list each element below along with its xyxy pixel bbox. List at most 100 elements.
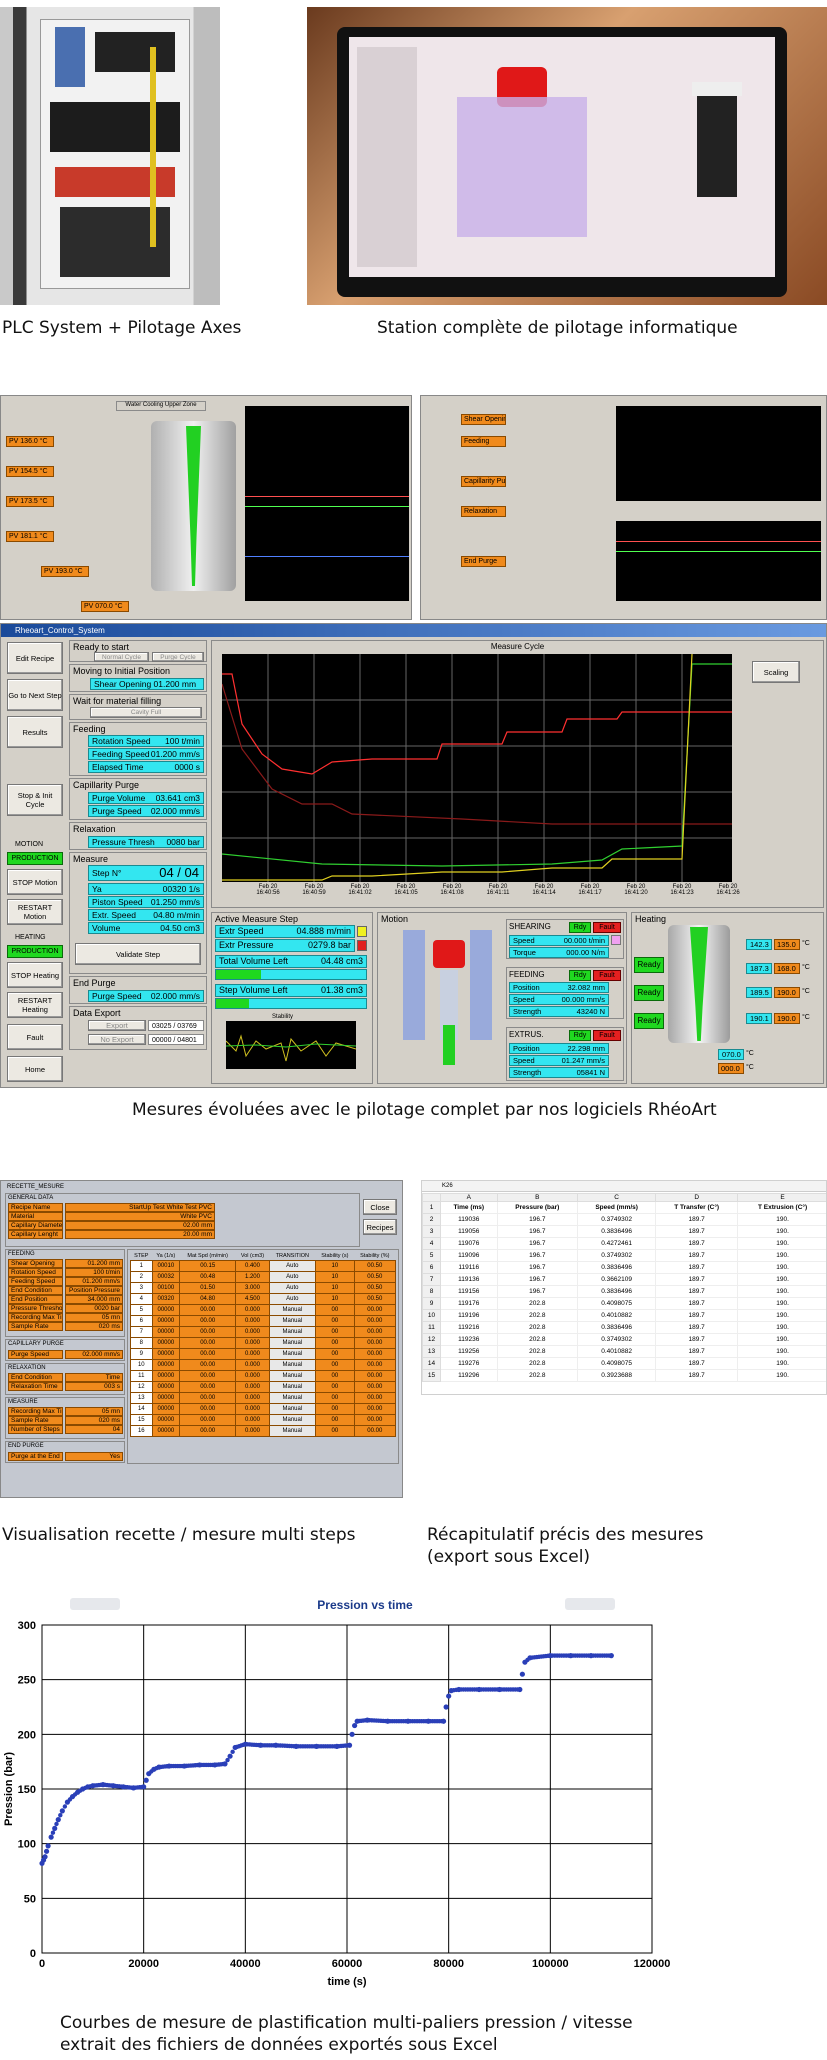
excel-cell[interactable]: 190. (737, 1369, 826, 1382)
step-cell[interactable]: 00010 (151, 1260, 181, 1272)
step-transition-select[interactable]: Manual (268, 1403, 317, 1415)
recipe-field-value[interactable]: 05 mn (65, 1407, 123, 1416)
step-cell[interactable]: 00.00 (353, 1414, 397, 1426)
step-cell[interactable]: 10 (315, 1260, 355, 1272)
step-cell[interactable]: 00000 (151, 1381, 181, 1393)
step-cell[interactable]: 00.50 (353, 1271, 397, 1283)
step-transition-select[interactable]: Manual (268, 1326, 317, 1338)
home-button[interactable]: Home (7, 1056, 63, 1082)
step-cell[interactable]: 00.00 (179, 1359, 237, 1371)
step-cell[interactable]: 00 (315, 1348, 355, 1360)
next-step-button[interactable]: Go to Next Step (7, 679, 63, 711)
recipe-recipes-button[interactable]: Recipes (363, 1219, 397, 1235)
excel-row-number[interactable]: 15 (422, 1369, 441, 1382)
excel-cell[interactable]: 190. (737, 1249, 826, 1262)
excel-column-letter[interactable]: D (655, 1193, 739, 1202)
excel-cell[interactable]: 119216 (440, 1321, 498, 1334)
step-transition-select[interactable]: Manual (268, 1304, 317, 1316)
excel-cell[interactable]: 196.7 (496, 1213, 579, 1226)
fault-button[interactable]: Fault (7, 1024, 63, 1050)
step-cell[interactable]: 00.50 (353, 1260, 397, 1272)
step-cell[interactable]: 00.00 (179, 1370, 237, 1382)
excel-cell[interactable]: 119236 (440, 1333, 498, 1346)
excel-cell[interactable]: 0.4010882 (577, 1309, 657, 1322)
recipe-field-value[interactable]: StartUp Test White Test PVC (65, 1203, 215, 1212)
step-transition-select[interactable]: Manual (268, 1337, 317, 1349)
excel-cell[interactable]: T Transfer (C°) (655, 1201, 739, 1214)
excel-cell[interactable]: 202.8 (496, 1297, 579, 1310)
step-cell[interactable]: 00.00 (179, 1403, 237, 1415)
recipe-field-value[interactable]: 01.200 mm/s (65, 1277, 123, 1286)
excel-cell[interactable]: 189.7 (655, 1237, 739, 1250)
step-cell[interactable]: 00.50 (353, 1293, 397, 1305)
step-transition-select[interactable]: Auto (268, 1282, 317, 1294)
excel-cell[interactable]: 119116 (440, 1261, 498, 1274)
excel-cell[interactable]: 202.8 (496, 1345, 579, 1358)
step-cell[interactable]: 00000 (151, 1304, 181, 1316)
step-cell[interactable]: 00 (315, 1414, 355, 1426)
step-cell[interactable]: 0.000 (235, 1425, 270, 1437)
step-cell[interactable]: 00.48 (179, 1271, 237, 1283)
recipe-field-value[interactable]: Yes (65, 1452, 123, 1461)
excel-cell[interactable]: 189.7 (655, 1297, 739, 1310)
excel-cell[interactable]: 189.7 (655, 1213, 739, 1226)
excel-cell[interactable]: 189.7 (655, 1225, 739, 1238)
step-transition-select[interactable]: Manual (268, 1370, 317, 1382)
step-cell[interactable]: 00.00 (179, 1315, 237, 1327)
step-transition-select[interactable]: Manual (268, 1348, 317, 1360)
restart-heating-button[interactable]: RESTART Heating (7, 992, 63, 1018)
no-export-button[interactable]: No Export (88, 1034, 146, 1045)
step-cell[interactable]: 00 (315, 1392, 355, 1404)
step-cell[interactable]: 00.15 (179, 1260, 237, 1272)
excel-cell[interactable]: Pressure (bar) (496, 1201, 579, 1214)
excel-row-number[interactable]: 8 (422, 1285, 441, 1298)
step-cell[interactable]: 0.000 (235, 1392, 270, 1404)
excel-cell[interactable]: 119056 (440, 1225, 498, 1238)
step-cell[interactable]: 0.000 (235, 1403, 270, 1415)
step-cell[interactable]: 0.000 (235, 1359, 270, 1371)
recipe-field-value[interactable]: 003 s (65, 1382, 123, 1391)
excel-cell[interactable]: 202.8 (496, 1309, 579, 1322)
excel-cell[interactable]: 190. (737, 1225, 826, 1238)
step-transition-select[interactable]: Auto (268, 1293, 317, 1305)
step-cell[interactable]: 0.000 (235, 1381, 270, 1393)
step-transition-select[interactable]: Auto (268, 1271, 317, 1283)
step-cell[interactable]: 00.00 (179, 1348, 237, 1360)
step-transition-select[interactable]: Manual (268, 1414, 317, 1426)
excel-cell[interactable]: 0.4098075 (577, 1357, 657, 1370)
validate-step-button[interactable]: Validate Step (75, 943, 201, 965)
excel-cell[interactable]: 0.3749302 (577, 1333, 657, 1346)
excel-cell[interactable]: T Extrusion (C°) (737, 1201, 826, 1214)
recipe-field-value[interactable]: 20.00 mm (65, 1230, 215, 1239)
excel-cell[interactable]: 196.7 (496, 1237, 579, 1250)
recipe-field-value[interactable]: 04 (65, 1425, 123, 1434)
stop-motion-button[interactable]: STOP Motion (7, 869, 63, 895)
recipe-field-value[interactable]: 05 mn (65, 1313, 123, 1322)
excel-cell[interactable]: 119156 (440, 1285, 498, 1298)
stop-heating-button[interactable]: STOP Heating (7, 962, 63, 988)
excel-cell[interactable]: 189.7 (655, 1345, 739, 1358)
step-cell[interactable]: 00000 (151, 1403, 181, 1415)
recipe-field-value[interactable]: 020 ms (65, 1416, 123, 1425)
step-cell[interactable]: 00 (315, 1425, 355, 1437)
excel-cell[interactable]: 189.7 (655, 1273, 739, 1286)
excel-cell[interactable]: 190. (737, 1333, 826, 1346)
step-cell[interactable]: 00 (315, 1359, 355, 1371)
excel-row-number[interactable]: 9 (422, 1297, 441, 1310)
excel-cell[interactable]: 119036 (440, 1213, 498, 1226)
step-cell[interactable]: 00.00 (353, 1348, 397, 1360)
excel-cell[interactable]: 119256 (440, 1345, 498, 1358)
excel-cell[interactable]: 189.7 (655, 1249, 739, 1262)
step-cell[interactable]: 10 (315, 1282, 355, 1294)
scaling-button[interactable]: Scaling (752, 661, 800, 683)
results-button[interactable]: Results (7, 716, 63, 748)
step-cell[interactable]: 00.00 (353, 1370, 397, 1382)
step-cell[interactable]: 00.00 (353, 1381, 397, 1393)
excel-cell[interactable]: 0.3749302 (577, 1249, 657, 1262)
cavity-full-button[interactable]: Cavity Full (90, 707, 202, 718)
step-cell[interactable]: 00.00 (179, 1414, 237, 1426)
step-cell[interactable]: 0.000 (235, 1414, 270, 1426)
excel-cell[interactable]: 190. (737, 1357, 826, 1370)
excel-cell[interactable]: 119296 (440, 1369, 498, 1382)
stop-init-button[interactable]: Stop & Init Cycle (7, 784, 63, 816)
